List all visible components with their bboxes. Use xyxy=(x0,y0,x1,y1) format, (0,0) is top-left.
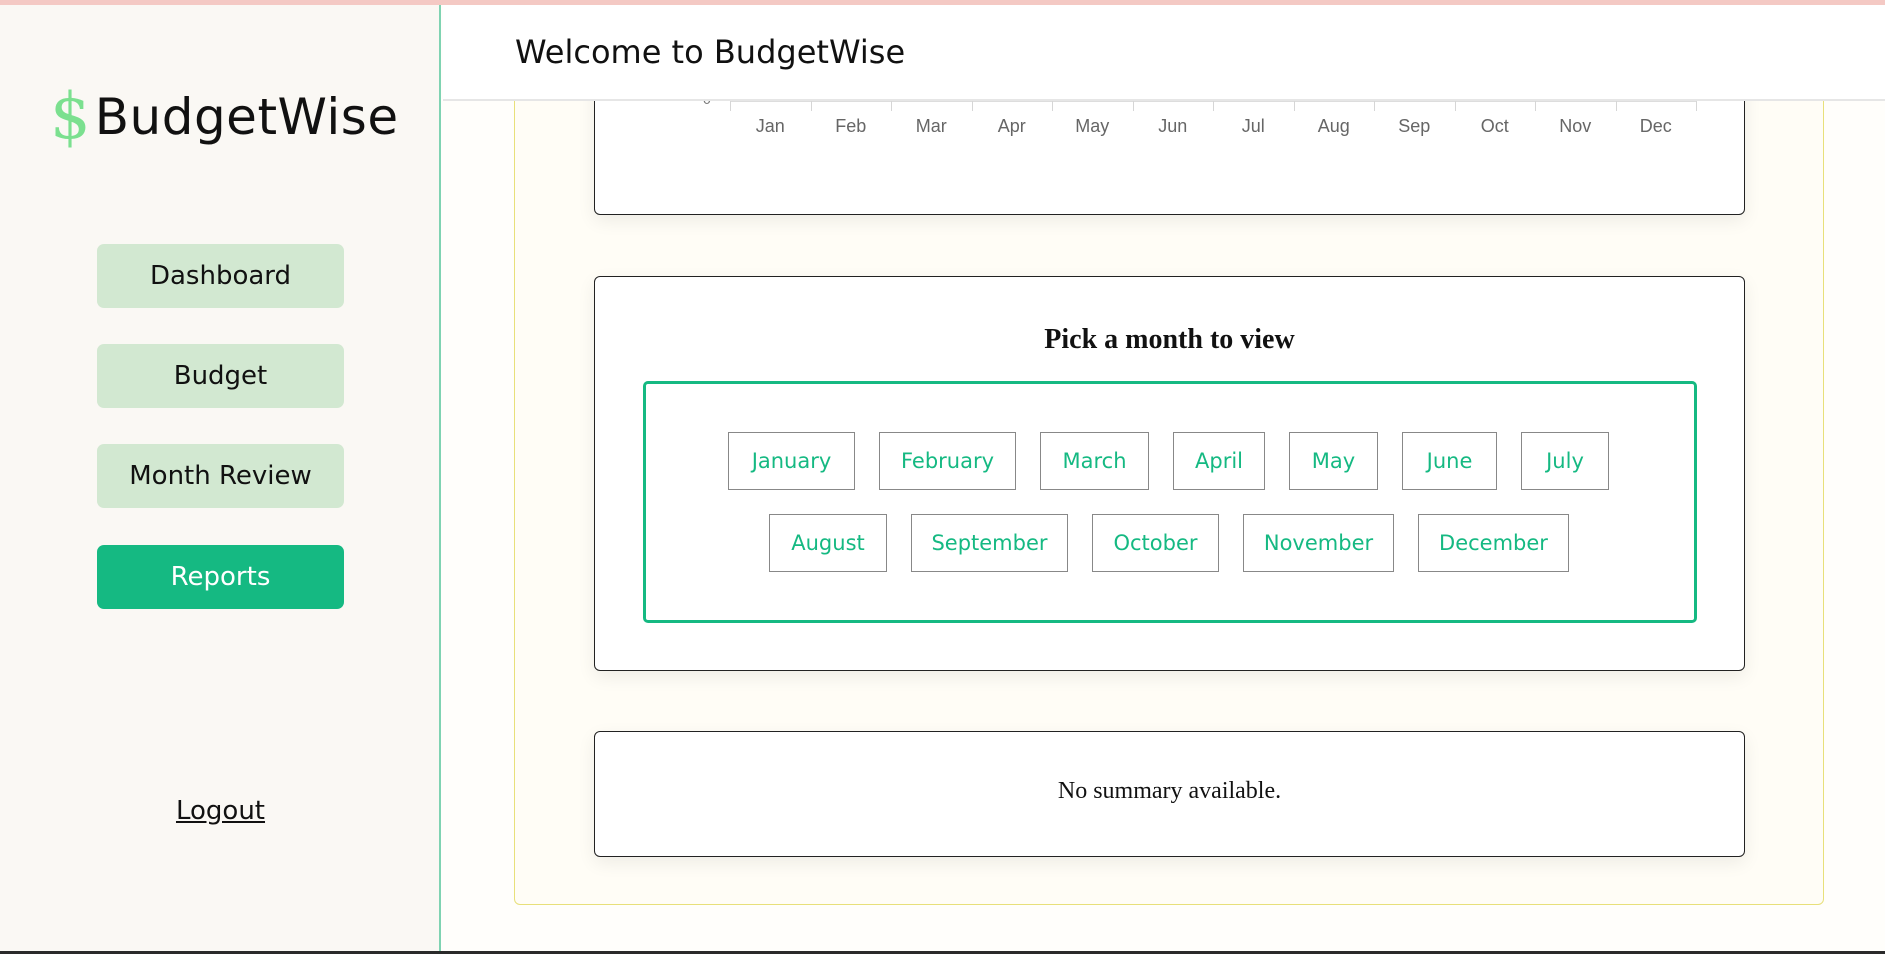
x-axis-tick xyxy=(1052,101,1053,111)
x-axis-label-nov: Nov xyxy=(1559,116,1592,136)
summary-text: No summary available. xyxy=(1057,778,1282,804)
month-button-july[interactable]: July xyxy=(1521,432,1609,490)
header: Welcome to BudgetWise xyxy=(443,5,1885,101)
x-axis-label-jan: Jan xyxy=(755,116,785,136)
x-axis-label-oct: Oct xyxy=(1480,116,1509,136)
x-axis-tick xyxy=(1454,101,1456,111)
month-button-february[interactable]: February xyxy=(879,432,1016,490)
x-axis-tick xyxy=(1213,101,1214,111)
summary-card: No summary available. xyxy=(594,731,1745,857)
month-button-august[interactable]: August xyxy=(769,514,887,572)
month-button-april[interactable]: April xyxy=(1173,432,1265,490)
page-title: Welcome to BudgetWise xyxy=(515,33,906,71)
sidebar: $ BudgetWise Dashboard Budget Month Revi… xyxy=(0,5,441,951)
nav-month-review-button[interactable]: Month Review xyxy=(97,444,344,508)
x-axis-tick xyxy=(1696,101,1697,111)
dollar-sign-icon: $ xyxy=(50,80,91,154)
logout-link[interactable]: Logout xyxy=(0,796,441,826)
month-picker-title: Pick a month to view xyxy=(1044,324,1295,355)
x-axis-tick xyxy=(1374,101,1375,111)
x-axis-label-jul: Jul xyxy=(1241,116,1265,136)
nav-reports-button[interactable]: Reports xyxy=(97,545,344,609)
month-button-november[interactable]: November xyxy=(1243,514,1394,572)
nav-budget-button[interactable]: Budget xyxy=(97,344,344,408)
x-axis-label-aug: Aug xyxy=(1317,116,1350,136)
x-axis-tick xyxy=(730,101,731,111)
month-picker-box: January February March April May June Ju… xyxy=(643,381,1697,623)
x-axis-tick xyxy=(1535,101,1536,111)
x-axis-tick xyxy=(1132,101,1134,111)
x-axis-label-feb: Feb xyxy=(835,116,867,136)
x-axis-tick xyxy=(891,101,892,111)
x-axis-label-sep: Sep xyxy=(1398,116,1431,136)
x-axis-label-mar: Mar xyxy=(915,116,947,136)
x-axis-tick xyxy=(971,101,973,111)
month-button-march[interactable]: March xyxy=(1040,432,1149,490)
x-axis-label-jun: Jun xyxy=(1158,116,1188,136)
month-button-may[interactable]: May xyxy=(1289,432,1378,490)
month-picker-card: Pick a month to view January February Ma… xyxy=(594,276,1745,671)
logo: $ BudgetWise xyxy=(50,85,399,149)
x-axis-label-may: May xyxy=(1075,116,1110,136)
month-button-december[interactable]: December xyxy=(1418,514,1569,572)
month-button-january[interactable]: January xyxy=(728,432,855,490)
month-button-june[interactable]: June xyxy=(1402,432,1497,490)
brand-name: BudgetWise xyxy=(94,88,399,146)
x-axis-tick xyxy=(810,101,812,111)
x-axis-label-dec: Dec xyxy=(1639,116,1672,136)
x-axis-label-apr: Apr xyxy=(997,116,1026,136)
month-button-october[interactable]: October xyxy=(1092,514,1219,572)
nav-dashboard-button[interactable]: Dashboard xyxy=(97,244,344,308)
x-axis-tick xyxy=(1293,101,1295,111)
x-axis-tick xyxy=(1615,101,1617,111)
month-button-september[interactable]: September xyxy=(911,514,1068,572)
